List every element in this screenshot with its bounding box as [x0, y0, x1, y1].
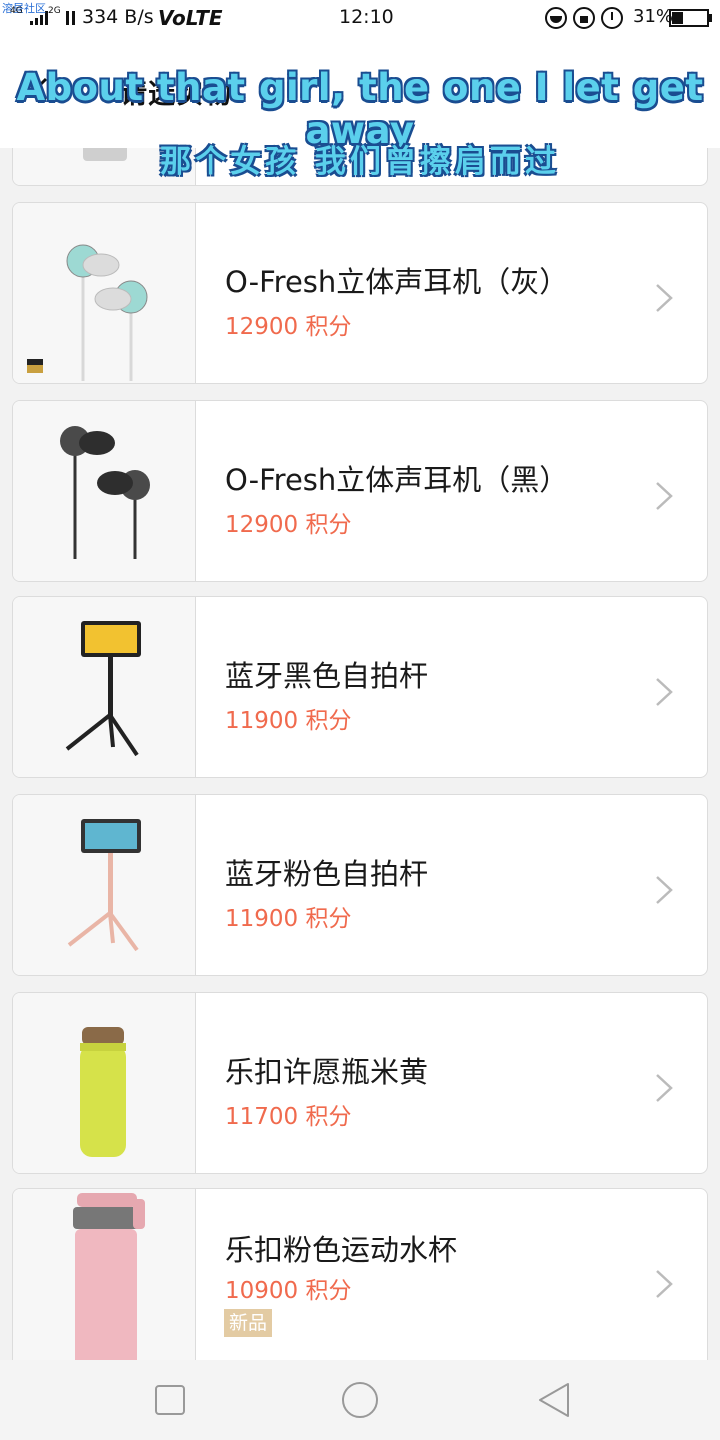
watermark-text: 溶昼社区 — [2, 2, 46, 15]
product-name: 乐扣粉色运动水杯 — [225, 1233, 458, 1267]
lyric-overlay-chinese: 那个女孩 我们曾擦肩而过 — [160, 144, 560, 180]
product-name: 乐扣许愿瓶米黄 — [225, 1055, 429, 1089]
product-price: 11900 积分 — [225, 708, 352, 734]
black-earphones-icon — [60, 426, 150, 559]
square-icon[interactable] — [150, 1380, 190, 1420]
status-bar: 溶昼社区 4G 2G 334 B/s VoLTE 12:10 31% — [0, 0, 720, 36]
status-icons — [545, 6, 623, 30]
product-name: 蓝牙黑色自拍杆 — [225, 659, 429, 693]
product-image — [13, 993, 196, 1173]
chevron-right-icon — [656, 678, 673, 706]
circle-icon[interactable] — [340, 1380, 380, 1420]
battery-percent: 31% — [633, 6, 674, 27]
network-type-1: 4G — [10, 6, 23, 16]
product-image — [13, 401, 196, 581]
product-card[interactable]: 蓝牙黑色自拍杆 11900 积分 — [12, 596, 708, 778]
product-price: 12900 积分 — [225, 512, 352, 538]
new-badge: 新品 — [224, 1309, 272, 1337]
product-card[interactable]: 乐扣粉色运动水杯 10900 积分 新品 — [12, 1188, 708, 1360]
product-card[interactable]: O-Fresh立体声耳机（灰） 12900 积分 — [12, 202, 708, 384]
chevron-right-icon — [656, 482, 673, 510]
product-image — [13, 1189, 196, 1360]
navigation-bar — [0, 1360, 720, 1440]
chevron-right-icon — [656, 1074, 673, 1102]
data-saver-icon — [545, 7, 567, 29]
volte-indicator: VoLTE — [158, 6, 223, 30]
network-type-2: 2G — [48, 6, 61, 16]
triangle-icon[interactable] — [535, 1380, 575, 1420]
gray-earphones-icon — [27, 244, 148, 381]
network-speed: 334 B/s — [82, 6, 154, 28]
product-card[interactable]: 乐扣许愿瓶米黄 11700 积分 — [12, 992, 708, 1174]
alarm-icon — [601, 7, 623, 29]
pink-sport-bottle-icon — [73, 1193, 145, 1360]
pink-selfie-stick-icon — [67, 819, 141, 952]
product-price: 11900 积分 — [225, 906, 352, 932]
battery-fill — [672, 12, 683, 24]
product-image — [13, 597, 196, 777]
product-image — [13, 203, 196, 383]
rotation-lock-icon — [573, 7, 595, 29]
product-list[interactable]: O-Fresh立体声耳机（灰） 12900 积分 O-Fresh立体声耳机（黑）… — [0, 148, 720, 1360]
product-price: 12900 积分 — [225, 314, 352, 340]
product-price: 10900 积分 — [225, 1278, 352, 1304]
product-image — [13, 795, 196, 975]
product-price: 11700 积分 — [225, 1104, 352, 1130]
chevron-right-icon — [656, 1270, 673, 1298]
black-selfie-stick-icon — [65, 621, 141, 757]
clock: 12:10 — [339, 6, 394, 28]
product-name: O-Fresh立体声耳机（灰） — [225, 265, 569, 299]
product-name: O-Fresh立体声耳机（黑） — [225, 463, 569, 497]
battery-icon — [669, 9, 709, 27]
product-card[interactable]: 蓝牙粉色自拍杆 11900 积分 — [12, 794, 708, 976]
chevron-right-icon — [656, 284, 673, 312]
battery-tip — [709, 14, 712, 22]
product-name: 蓝牙粉色自拍杆 — [225, 857, 429, 891]
yellow-bottle-icon — [80, 1027, 126, 1157]
product-card[interactable]: O-Fresh立体声耳机（黑） 12900 积分 — [12, 400, 708, 582]
chevron-right-icon — [656, 876, 673, 904]
header: 请选实物 About that girl, the one I let get … — [0, 36, 720, 152]
